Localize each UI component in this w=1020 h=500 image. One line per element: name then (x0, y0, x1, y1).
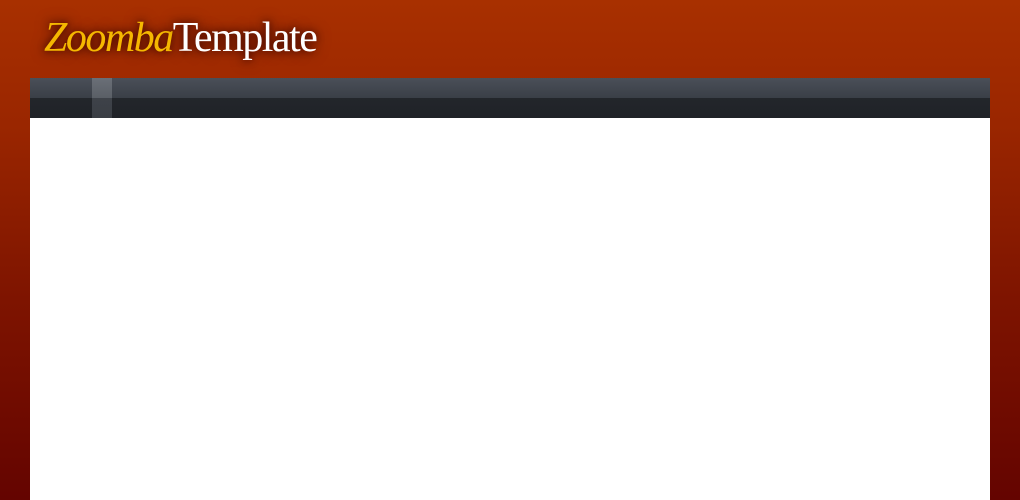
nav-item-active[interactable] (92, 78, 112, 118)
main-content (30, 118, 990, 500)
logo-brand-text: Zoomba (44, 15, 174, 61)
page-container (30, 78, 990, 500)
site-logo[interactable]: ZoombaTemplate (44, 12, 318, 64)
navigation-bar (30, 78, 990, 118)
logo-suffix-text: Template (172, 15, 318, 61)
site-header: ZoombaTemplate (0, 0, 1020, 78)
